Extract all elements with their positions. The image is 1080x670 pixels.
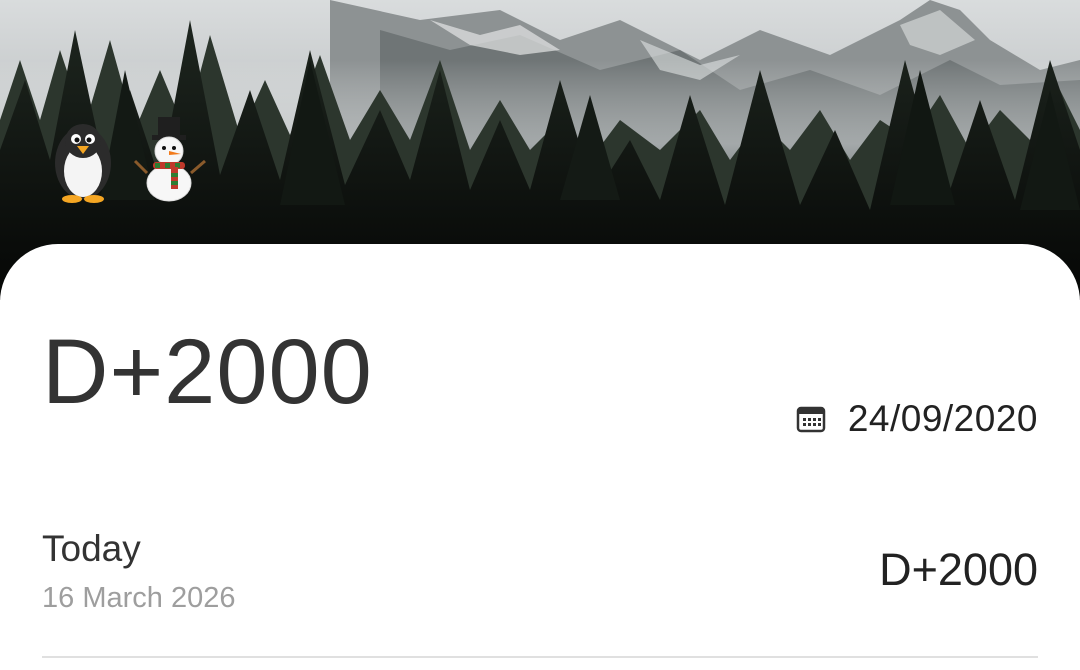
today-row[interactable]: Today 16 March 2026 D+2000 <box>42 524 1038 634</box>
calendar-icon <box>796 404 826 434</box>
today-label: Today <box>42 528 141 569</box>
counter-card: D+2000 24/09/2020 Today 16 March 2026 D+… <box>0 244 1080 670</box>
penguin-icon <box>46 115 121 205</box>
snowman-icon <box>133 115 208 205</box>
screen: D+2000 24/09/2020 Today 16 March 2026 D+… <box>0 0 1080 670</box>
counter-title[interactable]: D+2000 <box>42 322 373 422</box>
divider <box>42 656 1038 658</box>
start-date-text: 24/09/2020 <box>847 398 1038 439</box>
today-count: D+2000 <box>879 544 1038 595</box>
today-date: 16 March 2026 <box>42 582 236 614</box>
start-date[interactable]: 24/09/2020 <box>796 394 1038 444</box>
